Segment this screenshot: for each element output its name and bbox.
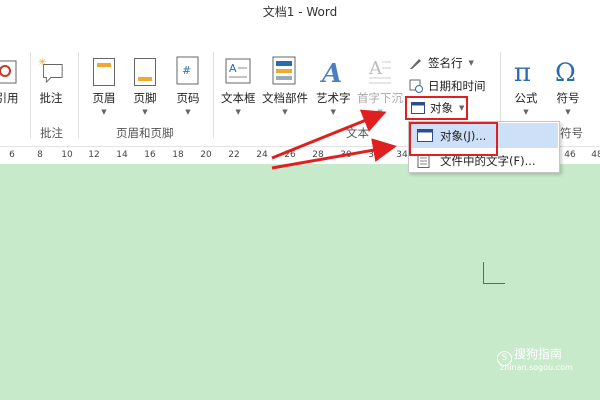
chevron-down-icon: ▼ <box>468 59 474 67</box>
chevron-down-icon: ▼ <box>235 108 241 116</box>
textbox-label: 文本框 <box>221 91 256 105</box>
dropcap-button[interactable]: A 首字下沉 ▼ <box>357 54 403 116</box>
chevron-down-icon: ▼ <box>459 104 465 112</box>
object-icon <box>417 129 433 142</box>
date-time-label: 日期和时间 <box>428 79 486 93</box>
chevron-down-icon: ▼ <box>282 108 288 116</box>
signature-line-button[interactable]: 签名行 ▼ <box>408 53 474 73</box>
group-label-header-footer: 页眉和页脚 <box>116 126 174 140</box>
ruler-tick: 22 <box>228 150 240 160</box>
symbol-label: 符号 <box>556 91 580 105</box>
cite-icon <box>0 54 20 86</box>
ruler-tick: 18 <box>172 150 184 160</box>
ruler-tick: 16 <box>144 150 156 160</box>
symbol-button[interactable]: Ω 符号 ▼ <box>555 54 581 115</box>
svg-text:A: A <box>320 59 342 86</box>
object-button[interactable]: 对象 ▼ <box>410 98 464 118</box>
wordart-label: 艺术字 <box>316 91 351 105</box>
title-bar: 文档1 - Word <box>0 0 600 24</box>
group-label-comments: 批注 <box>40 126 63 140</box>
page-number-label: 页码 <box>176 91 200 105</box>
doc-parts-button[interactable]: 文档部件 ▼ <box>262 54 308 116</box>
group-label-text: 文本 <box>346 126 369 140</box>
textbox-icon: A <box>225 54 251 86</box>
footer-icon <box>132 54 158 86</box>
chevron-down-icon: ▼ <box>523 108 529 116</box>
chevron-down-icon: ▼ <box>142 108 148 116</box>
date-time-button[interactable]: 日期和时间 <box>408 76 486 96</box>
cite-label: 引用 <box>0 91 19 105</box>
doc-parts-icon <box>272 54 298 86</box>
comment-icon: ✳ <box>38 54 64 86</box>
group-label-symbols: 符号 <box>560 126 583 140</box>
signature-line-label: 签名行 <box>428 56 463 70</box>
footer-button[interactable]: 页脚 ▼ <box>132 54 158 116</box>
object-dropdown-menu: 对象(J)... 文件中的文字(F)... <box>408 121 560 173</box>
watermark-url: zhinan.sogou.com <box>500 363 573 372</box>
ruler-tick: 20 <box>200 150 212 160</box>
ruler-tick: 24 <box>256 150 268 160</box>
calendar-clock-icon <box>408 79 424 93</box>
ruler-tick: 6 <box>9 150 15 160</box>
chevron-down-icon: ▼ <box>185 108 191 116</box>
dropcap-icon: A <box>367 54 393 86</box>
chevron-down-icon: ▼ <box>101 108 107 116</box>
document-text-icon <box>417 154 433 168</box>
page-number-button[interactable]: # 页码 ▼ <box>175 54 201 116</box>
menu-item-object[interactable]: 对象(J)... <box>410 123 558 148</box>
ruler-tick: 12 <box>88 150 100 160</box>
svg-text:Ω: Ω <box>555 58 576 86</box>
ruler-tick: 48 <box>591 150 600 160</box>
ruler-tick: 28 <box>312 150 324 160</box>
chevron-down-icon: ▼ <box>330 108 336 116</box>
margin-corner-mark <box>483 262 505 284</box>
menu-item-object-label: 对象(J)... <box>440 128 487 143</box>
group-divider <box>78 52 79 138</box>
omega-icon: Ω <box>555 54 581 86</box>
header-button[interactable]: 页眉 ▼ <box>91 54 117 116</box>
menu-item-text-from-file[interactable]: 文件中的文字(F)... <box>410 148 558 173</box>
textbox-button[interactable]: A 文本框 ▼ <box>221 54 256 116</box>
svg-text:π: π <box>514 58 531 86</box>
signature-pen-icon <box>408 56 424 70</box>
svg-text:A: A <box>229 62 237 75</box>
object-label: 对象 <box>430 101 453 115</box>
comment-button[interactable]: ✳ 批注 <box>38 54 64 106</box>
ruler-tick: 26 <box>284 150 296 160</box>
object-icon <box>410 101 426 115</box>
window-title: 文档1 - Word <box>262 5 338 19</box>
header-label: 页眉 <box>92 91 116 105</box>
chevron-down-icon: ▼ <box>565 108 571 116</box>
dropcap-label: 首字下沉 <box>357 91 403 105</box>
ruler-tick: 10 <box>61 150 73 160</box>
watermark-brand: 搜狗指南 <box>514 347 563 361</box>
pi-icon: π <box>513 54 539 86</box>
header-icon <box>91 54 117 86</box>
equation-button[interactable]: π 公式 ▼ <box>513 54 539 115</box>
comment-label: 批注 <box>39 91 63 105</box>
svg-text:#: # <box>182 64 191 77</box>
ruler-tick: 30 <box>340 150 352 160</box>
chevron-down-icon: ▼ <box>377 108 383 116</box>
group-divider <box>213 52 214 138</box>
footer-label: 页脚 <box>133 91 157 105</box>
ruler-tick: 46 <box>564 150 576 160</box>
page-number-icon: # <box>175 54 201 86</box>
equation-label: 公式 <box>514 91 538 105</box>
ruler-tick: 32 <box>368 150 380 160</box>
ruler-tick: 8 <box>37 150 43 160</box>
wordart-icon: A <box>320 54 346 86</box>
wordart-button[interactable]: A 艺术字 ▼ <box>316 54 351 116</box>
ruler-tick: 34 <box>396 150 408 160</box>
menu-item-text-from-file-label: 文件中的文字(F)... <box>440 153 536 168</box>
group-divider <box>30 52 31 138</box>
doc-parts-label: 文档部件 <box>262 91 308 105</box>
ruler-tick: 14 <box>116 150 128 160</box>
cite-button[interactable]: 引用 <box>0 54 20 106</box>
svg-text:A: A <box>368 58 383 79</box>
